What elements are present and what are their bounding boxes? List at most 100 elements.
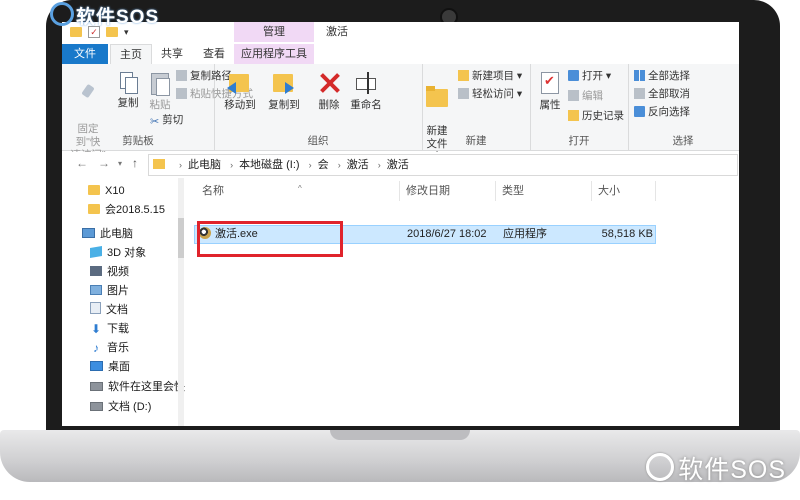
column-header-modified[interactable]: 修改日期	[400, 181, 496, 201]
invert-selection-icon	[634, 106, 645, 117]
breadcrumb-item[interactable]: 会	[318, 159, 329, 171]
nav-item-label: 图片	[107, 285, 129, 297]
explorer-window: ✓ ▾ 管理 激活 文件 主页 共享 查看 应用程序工具 固定到"快 速访问" …	[62, 22, 739, 426]
copy-to-icon	[271, 70, 297, 96]
breadcrumb-item[interactable]: 本地磁盘 (I:)	[239, 159, 300, 171]
music-icon: ♪	[93, 341, 99, 355]
tab-share[interactable]: 共享	[154, 44, 190, 64]
nav-item-label: 会2018.5.15	[105, 204, 165, 216]
watermark-bottom-right: 软件SOS	[646, 450, 786, 486]
edit-button[interactable]: 编辑	[568, 88, 603, 104]
nav-item-label: 视频	[107, 266, 129, 278]
select-none-icon	[634, 88, 645, 99]
easy-access-icon	[458, 88, 469, 99]
chevron-right-icon: ›	[308, 160, 312, 170]
navigation-scrollbar[interactable]	[178, 178, 184, 426]
scissors-icon: ✂	[150, 116, 160, 128]
3d-objects-icon	[90, 245, 102, 259]
documents-icon	[90, 302, 101, 314]
file-modified-cell: 2018/6/27 18:02	[407, 228, 487, 240]
nav-item-label: 下载	[107, 323, 129, 335]
ribbon-tabs: 文件 主页 共享 查看 应用程序工具	[62, 44, 739, 65]
desktop-icon	[90, 361, 103, 371]
pin-icon	[78, 83, 98, 107]
group-clipboard: 固定到"快 速访问" 复制 粘贴 复制路径 粘贴快捷方式 ✂剪切 剪贴板	[62, 64, 253, 161]
cut-button[interactable]: ✂ 剪切	[150, 112, 183, 128]
nav-item-label: 音乐	[107, 342, 129, 354]
nav-item-pictures[interactable]: 图片	[90, 282, 129, 301]
copy-label: 复制	[117, 97, 139, 109]
history-button[interactable]: 历史记录	[568, 108, 624, 124]
breadcrumb-item[interactable]: 激活	[347, 159, 369, 171]
up-arrow-icon[interactable]: ↑	[132, 156, 138, 170]
nav-item-desktop[interactable]: 桌面	[90, 358, 130, 377]
scrollbar-thumb[interactable]	[178, 218, 184, 258]
tab-view[interactable]: 查看	[196, 44, 232, 64]
forward-arrow-icon[interactable]: →	[98, 156, 110, 170]
select-all-button[interactable]: 全部选择	[634, 68, 690, 84]
easy-access-button[interactable]: 轻松访问 ▾	[458, 86, 522, 102]
select-all-label: 全部选择	[648, 70, 690, 82]
tab-file[interactable]: 文件	[62, 44, 108, 64]
tab-home[interactable]: 主页	[110, 44, 152, 65]
nav-item-folder-2018[interactable]: 会2018.5.15	[88, 201, 165, 220]
properties-icon	[538, 70, 562, 96]
column-header-size[interactable]: 大小	[592, 181, 656, 201]
nav-item-3d-objects[interactable]: 3D 对象	[90, 244, 146, 263]
move-to-button[interactable]: 移动到	[222, 70, 258, 112]
copy-button[interactable]: 复制	[114, 70, 142, 110]
folder-icon	[88, 185, 100, 195]
column-header-type[interactable]: 类型	[496, 181, 592, 201]
nav-item-videos[interactable]: 视频	[90, 263, 129, 282]
delete-button[interactable]: 删除	[314, 70, 344, 112]
edit-label: 编辑	[582, 90, 603, 102]
paste-label: 粘贴	[149, 99, 171, 111]
move-to-label: 移动到	[224, 99, 256, 111]
back-arrow-icon[interactable]: ←	[76, 156, 88, 170]
new-folder-button[interactable]: 新建 文件夹	[422, 70, 452, 164]
nav-item-label: 文档 (D:)	[108, 401, 152, 413]
nav-item-downloads[interactable]: ⬇ 下载	[90, 320, 129, 339]
folder-icon	[153, 159, 165, 169]
paste-shortcut-icon	[176, 88, 187, 99]
recent-locations-chevron-icon[interactable]: ▾	[118, 159, 122, 168]
nav-item-x10[interactable]: X10	[88, 182, 125, 201]
nav-item-this-pc[interactable]: 此电脑	[82, 225, 133, 244]
watermark-top-left: 软件SOS	[50, 2, 159, 29]
file-size-cell: 58,518 KB	[601, 228, 653, 240]
column-name-label: 名称	[202, 185, 224, 197]
properties-button[interactable]: 属性	[536, 70, 564, 112]
nav-item-drive-d[interactable]: 文档 (D:)	[90, 398, 151, 417]
history-label: 历史记录	[582, 110, 624, 122]
pin-quick-access-button[interactable]: 固定到"快 速访问"	[66, 70, 110, 162]
paste-icon	[149, 70, 171, 96]
tab-app-tools[interactable]: 应用程序工具	[234, 44, 314, 64]
nav-item-music[interactable]: ♪ 音乐	[90, 339, 129, 358]
breadcrumb-item[interactable]: 此电脑	[188, 159, 221, 171]
copy-path-icon	[176, 70, 187, 81]
rename-button[interactable]: 重命名	[348, 70, 384, 112]
address-bar[interactable]: › 此电脑 › 本地磁盘 (I:) › 会 › 激活 › 激活	[148, 154, 738, 176]
nav-item-documents[interactable]: 文档	[90, 301, 128, 320]
chevron-right-icon: ›	[337, 160, 341, 170]
invert-selection-button[interactable]: 反向选择	[634, 104, 690, 120]
move-to-icon	[227, 70, 253, 96]
paste-button[interactable]: 粘贴	[146, 70, 174, 112]
edit-icon	[568, 90, 579, 101]
nav-item-drive-c[interactable]: 软件在这里会快	[90, 378, 185, 397]
open-label: 打开	[582, 70, 603, 82]
open-icon	[568, 70, 579, 81]
history-icon	[568, 110, 579, 121]
breadcrumb-item[interactable]: 激活	[387, 159, 409, 171]
nav-item-label: 此电脑	[100, 228, 133, 240]
video-icon	[90, 266, 102, 276]
context-tab-manage[interactable]: 管理	[234, 22, 314, 42]
column-header-name[interactable]: 名称 ^	[186, 181, 400, 201]
copy-to-button[interactable]: 复制到	[266, 70, 302, 112]
sort-up-icon: ^	[298, 184, 302, 193]
window-title: 激活	[326, 26, 348, 38]
new-item-button[interactable]: 新建项目 ▾	[458, 68, 522, 84]
select-none-button[interactable]: 全部取消	[634, 86, 690, 102]
open-button[interactable]: 打开 ▾	[568, 68, 611, 84]
group-select: 全部选择 全部取消 反向选择 选择	[628, 64, 738, 150]
